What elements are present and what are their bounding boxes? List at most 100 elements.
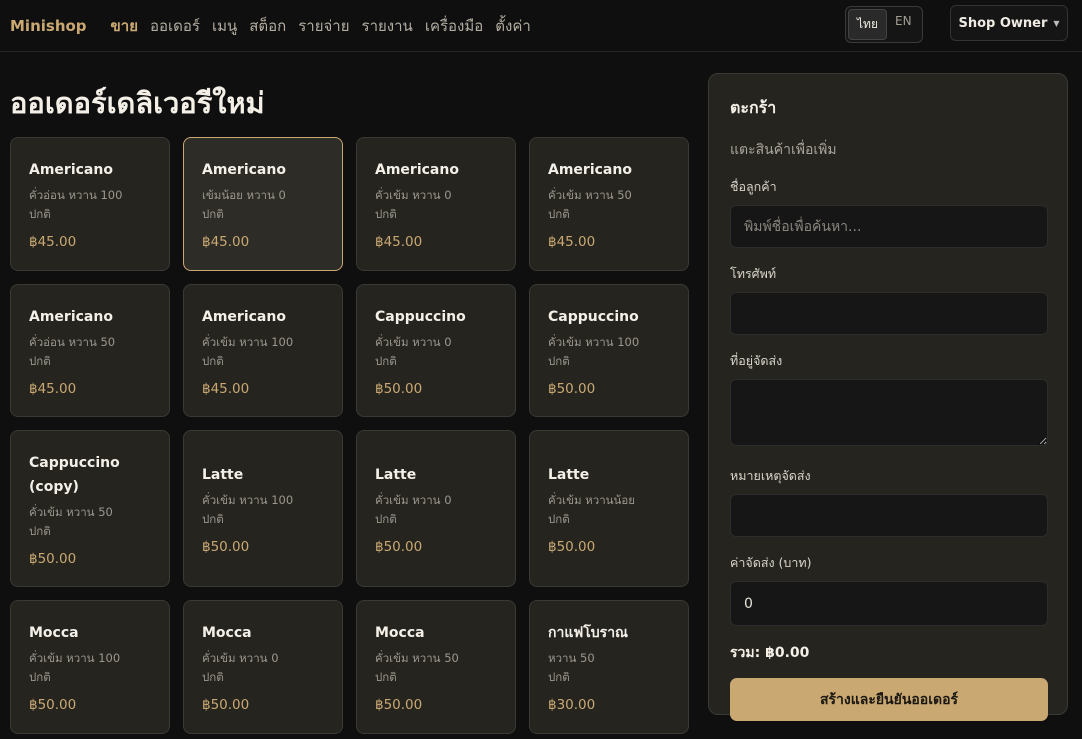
phone-input[interactable] <box>730 292 1048 335</box>
product-option-size: ปกติ <box>29 523 51 538</box>
product-option-roast: หวาน 50 <box>548 651 595 665</box>
product-name: Americano <box>29 308 113 325</box>
product-option-size: ปกติ <box>202 670 224 684</box>
product-card[interactable]: Cappuccino คั่วเข้ม หวาน 100 ปกติ ฿50.00 <box>529 284 689 417</box>
lang-en-button[interactable]: EN <box>887 9 920 40</box>
product-option-size: ปกติ <box>202 511 224 526</box>
product-option-size: ปกติ <box>29 353 51 368</box>
product-option-roast: คั่วเข้ม หวาน 100 <box>548 334 640 349</box>
product-option-roast: คั่วเข้ม หวาน 100 <box>202 492 294 507</box>
product-card[interactable]: Latte คั่วเข้ม หวาน 0 ปกติ ฿50.00 <box>356 430 516 587</box>
address-textarea[interactable] <box>730 379 1048 446</box>
product-options: คั่วเข้ม หวาน 0 ปกติ <box>375 186 497 224</box>
product-option-roast: คั่วเข้ม หวาน 50 <box>548 188 632 202</box>
nav-links: ขาย ออเดอร์ เมนู สต็อก รายจ่าย รายงาน เค… <box>111 14 531 38</box>
product-name: Americano <box>29 162 113 178</box>
product-option-size: ปกติ <box>548 353 570 368</box>
product-options: เข้มน้อย หวาน 0 ปกติ <box>202 186 324 224</box>
product-name: Mocca <box>202 625 252 641</box>
product-option-roast: คั่วเข้ม หวาน 50 <box>375 651 459 665</box>
product-card[interactable]: Latte คั่วเข้ม หวาน 100 ปกติ฿50.00 <box>183 430 343 587</box>
product-price: ฿50.00 <box>375 380 423 397</box>
product-price: ฿50.00 <box>29 550 77 567</box>
lang-thai-button[interactable]: ไทย <box>848 9 887 40</box>
brand-logo[interactable]: Minishop <box>10 17 87 35</box>
product-name: Americano <box>375 162 459 178</box>
product-card[interactable]: Americano คั่วเข้ม หวาน 0 ปกติ฿45.00 <box>356 137 516 271</box>
caret-down-icon: ▼ <box>1053 18 1060 28</box>
product-card[interactable]: Latte คั่วเข้ม หวานน้อย ปกติ ฿50.00 <box>529 430 689 587</box>
product-price: ฿45.00 <box>29 380 77 397</box>
user-name: Shop Owner <box>958 15 1048 31</box>
navbar: Minishop ขาย ออเดอร์ เมนู สต็อก รายจ่าย … <box>0 0 1082 52</box>
product-option-roast: คั่วเข้ม หวาน 0 <box>375 334 452 349</box>
product-option-size: ปกติ <box>375 207 397 221</box>
product-card[interactable]: Mocca คั่วเข้ม หวาน 100 ปกติ฿50.00 <box>10 600 170 734</box>
page-title: ออเดอร์เดลิเวอรีใหม่ <box>10 86 265 120</box>
nav-link-expenses[interactable]: รายจ่าย <box>298 14 349 38</box>
product-card[interactable]: Americano คั่วอ่อน หวาน 50 ปกติ฿45.00 <box>10 284 170 417</box>
product-card[interactable]: Mocca คั่วเข้ม หวาน 50 ปกติ฿50.00 <box>356 600 516 734</box>
create-order-button[interactable]: สร้างและยืนยันออเดอร์ <box>730 678 1048 721</box>
product-name: Cappuccino <box>375 308 466 325</box>
delivery-fee-input[interactable] <box>730 581 1048 626</box>
product-option-roast: คั่วอ่อน หวาน 50 <box>29 334 116 349</box>
product-price: ฿45.00 <box>29 234 77 250</box>
product-option-size: ปกติ <box>375 670 397 684</box>
user-menu-button[interactable]: Shop Owner ▼ <box>950 5 1068 41</box>
product-price: ฿45.00 <box>202 380 250 397</box>
product-price: ฿45.00 <box>375 234 423 250</box>
product-option-roast: คั่วเข้ม หวาน 0 <box>375 188 452 202</box>
product-option-size: ปกติ <box>202 353 224 368</box>
product-name: Mocca <box>375 625 425 641</box>
product-option-roast: คั่วเข้ม หวาน 0 <box>202 651 279 665</box>
product-name: Mocca <box>29 625 79 641</box>
product-options: คั่วเข้ม หวาน 50 ปกติ <box>375 649 497 687</box>
product-card[interactable]: Americano เข้มน้อย หวาน 0 ปกติ ฿45.00 <box>183 137 343 271</box>
product-options: คั่วเข้ม หวาน 100 ปกติ <box>202 491 324 529</box>
nav-link-tools[interactable]: เครื่องมือ <box>425 14 483 38</box>
product-card[interactable]: Mocca คั่วเข้ม หวาน 0 ปกติ ฿50.00 <box>183 600 343 734</box>
product-option-size: ปกติ <box>548 511 570 526</box>
nav-link-reports[interactable]: รายงาน <box>362 14 413 38</box>
product-card[interactable]: กาแฟโบราณ หวาน 50 ปกติ ฿30.00 <box>529 600 689 734</box>
product-option-size: ปกติ <box>29 670 51 684</box>
product-price: ฿50.00 <box>29 697 77 713</box>
product-card[interactable]: Cappuccino (copy) คั่วเข้ม หวาน 50 ปกติ ฿50… <box>10 430 170 587</box>
nav-link-sale[interactable]: ขาย <box>111 14 138 38</box>
product-card[interactable]: Americano คั่วเข้ม หวาน 50 ปกติ ฿45.00 <box>529 137 689 271</box>
nav-link-menu[interactable]: เมนู <box>212 14 237 38</box>
product-price: ฿45.00 <box>202 234 250 250</box>
product-option-roast: คั่วอ่อน หวาน 100 <box>29 188 123 202</box>
nav-link-stock[interactable]: สต็อก <box>249 14 286 38</box>
product-price: ฿50.00 <box>202 538 250 555</box>
product-option-size: ปกติ <box>548 207 570 221</box>
product-price: ฿50.00 <box>375 697 423 713</box>
product-options: คั่วเข้ม หวาน 0 ปกติ <box>202 649 324 687</box>
product-options: คั่วอ่อน หวาน 50 ปกติ <box>29 333 151 371</box>
product-option-roast: คั่วเข้ม หวาน 100 <box>202 334 294 349</box>
product-option-roast: คั่วเข้ม หวาน 100 <box>29 651 121 665</box>
product-option-size: ปกติ <box>202 207 224 221</box>
product-options: คั่วเข้ม หวาน 0 ปกติ <box>375 333 497 371</box>
delivery-note-input[interactable] <box>730 494 1048 537</box>
product-card[interactable]: Cappuccino คั่วเข้ม หวาน 0 ปกติ฿50.00 <box>356 284 516 417</box>
product-grid: Americano คั่วอ่อน หวาน 100 ปกติ ฿45.00 Amer… <box>10 137 689 734</box>
product-card[interactable]: Americano คั่วเข้ม หวาน 100 ปกติ ฿45.00 <box>183 284 343 417</box>
address-label: ที่อยู่จัดส่ง <box>730 353 783 368</box>
product-option-roast: เข้มน้อย หวาน 0 <box>202 188 286 202</box>
nav-link-settings[interactable]: ตั้งค่า <box>495 14 531 38</box>
cart-total: รวม: ฿0.00 <box>730 645 810 661</box>
nav-link-orders[interactable]: ออเดอร์ <box>150 14 200 38</box>
product-option-roast: คั่วเข้ม หวานน้อย <box>548 492 636 507</box>
product-name: Latte <box>202 466 244 483</box>
product-price: ฿30.00 <box>548 697 596 713</box>
product-option-size: ปกติ <box>548 670 570 684</box>
product-card[interactable]: Americano คั่วอ่อน หวาน 100 ปกติ ฿45.00 <box>10 137 170 271</box>
customer-name-input[interactable] <box>730 205 1048 248</box>
product-name: Latte <box>375 466 417 483</box>
product-name: Americano <box>548 162 632 178</box>
product-options: คั่วเข้ม หวาน 100 ปกติ <box>29 649 151 687</box>
product-option-roast: คั่วเข้ม หวาน 0 <box>375 492 452 507</box>
product-options: คั่วเข้ม หวาน 0 ปกติ <box>375 491 497 529</box>
